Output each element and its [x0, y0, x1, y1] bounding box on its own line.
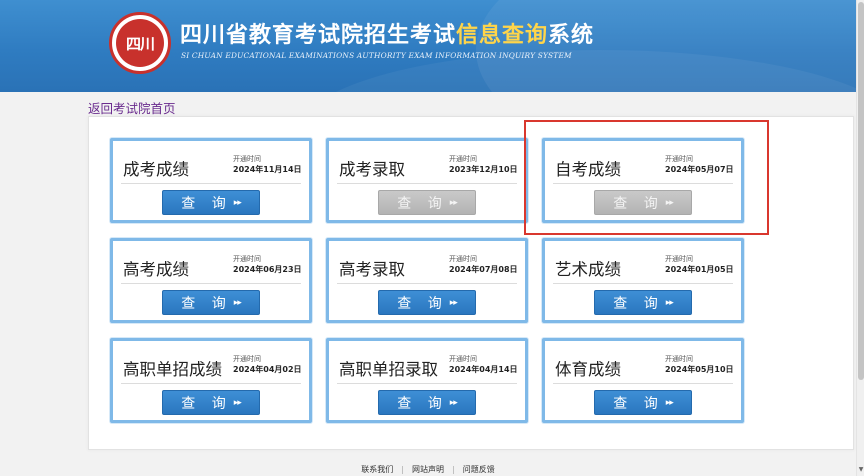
footer-separator: | — [401, 464, 404, 474]
open-time-date: 2024年11月14日 — [233, 165, 302, 174]
card-divider — [121, 383, 301, 384]
query-card-title: 高考录取 — [339, 260, 405, 279]
query-card-title: 体育成绩 — [555, 360, 621, 379]
open-time-date: 2024年07月08日 — [449, 265, 518, 274]
card-divider — [337, 183, 517, 184]
double-arrow-icon: ▸▸ — [665, 297, 674, 308]
card-divider — [121, 183, 301, 184]
site-title-highlight: 信息查询 — [456, 23, 549, 48]
double-arrow-icon: ▸▸ — [233, 297, 242, 308]
open-time-date: 2023年12月10日 — [449, 165, 518, 174]
query-card-title: 高职单招录取 — [339, 360, 438, 379]
back-to-home-link[interactable]: 返回考试院首页 — [88, 98, 176, 117]
double-arrow-icon: ▸▸ — [233, 397, 242, 408]
query-card: 自考成绩 开通时间 2024年05月07日查 询 ▸▸ — [542, 138, 744, 223]
open-time-date: 2024年06月23日 — [233, 265, 302, 274]
query-button-label: 查 询 — [613, 395, 664, 412]
footer-link-feedback[interactable]: 问题反馈 — [463, 464, 495, 475]
open-time-label: 开通时间 — [665, 155, 693, 163]
query-card-title: 高考成绩 — [123, 260, 189, 279]
query-button[interactable]: 查 询 ▸▸ — [378, 390, 476, 415]
query-button-label: 查 询 — [613, 295, 664, 312]
open-time-date: 2024年05月10日 — [665, 365, 734, 374]
footer-link-statement[interactable]: 网站声明 — [412, 464, 444, 475]
query-button: 查 询 ▸▸ — [378, 190, 476, 215]
query-button[interactable]: 查 询 ▸▸ — [378, 290, 476, 315]
page-scrollbar[interactable]: ▼ — [856, 0, 864, 476]
query-button[interactable]: 查 询 ▸▸ — [162, 290, 260, 315]
query-card-title: 艺术成绩 — [555, 260, 621, 279]
site-title-suffix: 系统 — [548, 23, 595, 48]
query-card-title: 成考录取 — [339, 160, 405, 179]
site-logo: 四川 — [109, 12, 171, 74]
query-button[interactable]: 查 询 ▸▸ — [162, 390, 260, 415]
query-button-label: 查 询 — [397, 295, 448, 312]
query-button-label: 查 询 — [181, 295, 232, 312]
double-arrow-icon: ▸▸ — [233, 197, 242, 208]
query-panel: 成考成绩 开通时间 2024年11月14日查 询 ▸▸ 成考录取 开通时间 2023年12月… — [88, 116, 854, 450]
query-button-label: 查 询 — [397, 195, 448, 212]
double-arrow-icon: ▸▸ — [449, 297, 458, 308]
query-card: 高职单招成绩 开通时间 2024年04月02日查 询 ▸▸ — [110, 338, 312, 423]
footer-separator: | — [452, 464, 455, 474]
open-time-label: 开通时间 — [449, 155, 477, 163]
open-time-label: 开通时间 — [449, 255, 477, 263]
site-header: 四川 四川省教育考试院招生考试信息查询系统 SI CHUAN EDUCATION… — [0, 0, 856, 92]
double-arrow-icon: ▸▸ — [665, 197, 674, 208]
scrollbar-thumb[interactable] — [858, 2, 864, 380]
card-divider — [337, 383, 517, 384]
query-card-title: 自考成绩 — [555, 160, 621, 179]
site-subtitle-en: SI CHUAN EDUCATIONAL EXAMINATIONS AUTHOR… — [181, 51, 572, 60]
query-button[interactable]: 查 询 ▸▸ — [162, 190, 260, 215]
query-card: 高考成绩 开通时间 2024年06月23日查 询 ▸▸ — [110, 238, 312, 323]
query-button[interactable]: 查 询 ▸▸ — [594, 290, 692, 315]
open-time-label: 开通时间 — [233, 355, 261, 363]
card-divider — [553, 383, 733, 384]
open-time-label: 开通时间 — [665, 355, 693, 363]
site-title-prefix: 四川省教育考试院招生考试 — [180, 23, 457, 48]
card-divider — [553, 283, 733, 284]
open-time-date: 2024年05月07日 — [665, 165, 734, 174]
open-time-label: 开通时间 — [233, 155, 261, 163]
open-time-date: 2024年01月05日 — [665, 265, 734, 274]
query-card: 体育成绩 开通时间 2024年05月10日查 询 ▸▸ — [542, 338, 744, 423]
query-button[interactable]: 查 询 ▸▸ — [594, 390, 692, 415]
query-card-title: 高职单招成绩 — [123, 360, 222, 379]
query-card: 成考成绩 开通时间 2024年11月14日查 询 ▸▸ — [110, 138, 312, 223]
open-time-label: 开通时间 — [233, 255, 261, 263]
query-button-label: 查 询 — [613, 195, 664, 212]
query-button-label: 查 询 — [181, 395, 232, 412]
query-button-label: 查 询 — [397, 395, 448, 412]
card-divider — [337, 283, 517, 284]
query-card: 高职单招录取 开通时间 2024年04月14日查 询 ▸▸ — [326, 338, 528, 423]
card-divider — [121, 283, 301, 284]
query-card-title: 成考成绩 — [123, 160, 189, 179]
open-time-date: 2024年04月14日 — [449, 365, 518, 374]
site-title: 四川省教育考试院招生考试信息查询系统 — [180, 17, 595, 48]
site-footer: 联系我们 | 网站声明 | 问题反馈 — [0, 462, 856, 476]
scroll-down-arrow-icon[interactable]: ▼ — [857, 466, 864, 474]
double-arrow-icon: ▸▸ — [665, 397, 674, 408]
query-card: 高考录取 开通时间 2024年07月08日查 询 ▸▸ — [326, 238, 528, 323]
open-time-date: 2024年04月02日 — [233, 365, 302, 374]
logo-emblem: 四川 — [116, 19, 164, 67]
open-time-label: 开通时间 — [449, 355, 477, 363]
footer-link-contact[interactable]: 联系我们 — [361, 464, 393, 475]
open-time-label: 开通时间 — [665, 255, 693, 263]
card-divider — [553, 183, 733, 184]
double-arrow-icon: ▸▸ — [449, 397, 458, 408]
query-button: 查 询 ▸▸ — [594, 190, 692, 215]
query-button-label: 查 询 — [181, 195, 232, 212]
query-card: 成考录取 开通时间 2023年12月10日查 询 ▸▸ — [326, 138, 528, 223]
query-card: 艺术成绩 开通时间 2024年01月05日查 询 ▸▸ — [542, 238, 744, 323]
double-arrow-icon: ▸▸ — [449, 197, 458, 208]
